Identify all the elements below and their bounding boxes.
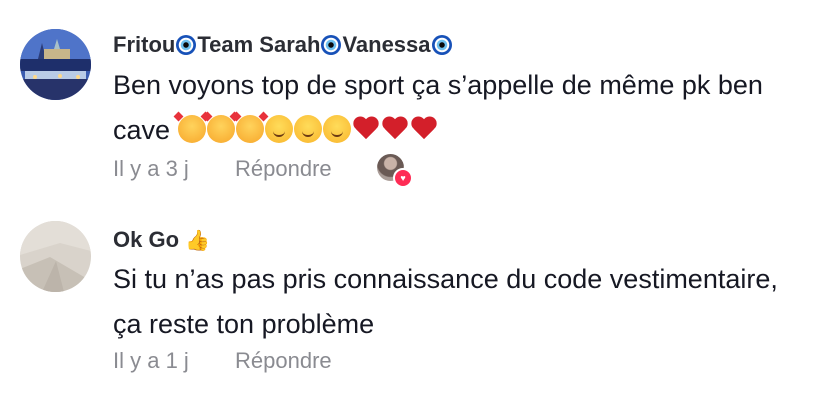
heart-icon: ♥ xyxy=(393,168,413,188)
red-heart-icon xyxy=(381,116,409,142)
thumbs-up-icon: 👍 xyxy=(185,229,210,252)
comment-author[interactable]: Ok Go 👍 xyxy=(113,227,210,253)
smiling-face-with-hearts-icon xyxy=(206,115,235,143)
nazar-amulet-icon xyxy=(176,35,197,55)
nazar-amulet-icon xyxy=(431,35,452,55)
smiling-face-with-hearts-icon xyxy=(235,115,264,143)
comment-timestamp: Il y a 1 j xyxy=(113,348,189,373)
comment-meta: Il y a 1 j Répondre xyxy=(113,348,332,374)
slightly-smiling-face-icon xyxy=(322,115,351,143)
emoji-sequence xyxy=(177,115,439,143)
red-heart-icon xyxy=(352,116,380,142)
slightly-smiling-face-icon xyxy=(264,115,293,143)
reply-button[interactable]: Répondre xyxy=(235,348,332,374)
smiling-face-with-hearts-icon xyxy=(177,115,206,143)
comment-item: Fritou Team Sarah Vanessa Ben voyons top… xyxy=(0,0,814,200)
reply-button[interactable]: Répondre xyxy=(235,156,332,182)
comment-body: Si tu n’as pas pris connaissance du code… xyxy=(113,264,778,339)
author-name-part: Team Sarah xyxy=(197,32,321,57)
comment-text: Ben voyons top de sport ça s’appelle de … xyxy=(113,63,803,153)
avatar[interactable] xyxy=(20,29,91,100)
comment-text: Si tu n’as pas pris connaissance du code… xyxy=(113,257,803,347)
author-name: Ok Go xyxy=(113,227,180,252)
author-name-part: Fritou xyxy=(113,32,176,57)
liked-by-creator-indicator: ♥ xyxy=(377,154,413,188)
comment-item: Ok Go 👍 Si tu n’as pas pris connaissance… xyxy=(0,205,814,404)
comment-timestamp: Il y a 3 j xyxy=(113,156,189,181)
slightly-smiling-face-icon xyxy=(293,115,322,143)
comment-author[interactable]: Fritou Team Sarah Vanessa xyxy=(113,32,453,58)
avatar[interactable] xyxy=(20,221,91,292)
author-name-part: Vanessa xyxy=(342,32,431,57)
comment-meta: Il y a 3 j Répondre xyxy=(113,156,332,182)
nazar-amulet-icon xyxy=(321,35,342,55)
red-heart-icon xyxy=(410,116,438,142)
